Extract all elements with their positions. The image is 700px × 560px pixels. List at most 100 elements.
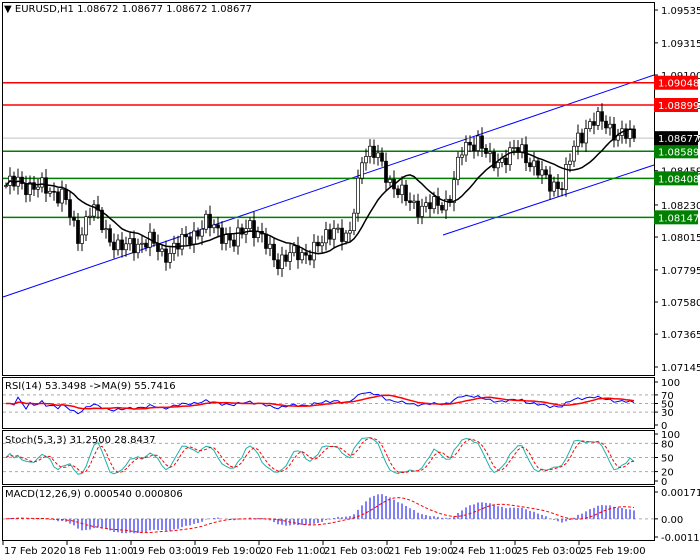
candle-body	[172, 242, 176, 254]
candle-body	[424, 202, 428, 207]
candle-body	[188, 236, 192, 245]
candle-body	[196, 230, 200, 237]
dropdown-arrow-icon[interactable]: ▼	[4, 4, 12, 15]
mt4-chart-window: 1.095351.093151.091001.088991.086771.084…	[0, 0, 700, 560]
candle-body	[400, 184, 404, 195]
indicator-tick-label: 50	[661, 454, 674, 465]
candle-body	[548, 174, 552, 192]
symbol-label: EURUSD,H1	[14, 4, 74, 15]
candle-body	[356, 177, 360, 214]
candle-body	[528, 162, 532, 168]
candle-body	[340, 227, 344, 242]
candle-body	[184, 234, 188, 238]
candle-body	[128, 238, 132, 245]
candle-body	[112, 241, 116, 251]
candle-body	[544, 169, 548, 176]
candle-body	[480, 135, 484, 149]
candle-body	[164, 248, 168, 263]
time-axis-label: 21 Feb 03:00	[324, 546, 390, 557]
candle-body	[388, 179, 392, 183]
candle-body	[60, 188, 64, 204]
candle-body	[232, 239, 236, 247]
level-price-label: 1.08408	[658, 174, 699, 185]
candle-body	[472, 144, 476, 151]
candle-body	[248, 220, 252, 229]
candle-body	[348, 230, 352, 234]
candle-body	[432, 196, 436, 210]
candle-body	[532, 160, 536, 168]
time-axis-label: 20 Feb 11:00	[260, 546, 326, 557]
price-tick-label: 1.08230	[661, 201, 700, 212]
candle-body	[144, 242, 148, 248]
price-tick-label: 1.08015	[661, 233, 700, 244]
candle-body	[488, 151, 492, 154]
candle-body	[596, 111, 600, 126]
candle-body	[156, 242, 160, 252]
candle-body	[452, 179, 456, 203]
candle-body	[344, 232, 348, 242]
candle-body	[396, 188, 400, 195]
time-axis-label: 25 Feb 03:00	[516, 546, 582, 557]
candle-body	[52, 190, 56, 193]
candle-body	[412, 200, 416, 203]
time-axis-label: 24 Feb 11:00	[452, 546, 518, 557]
candle-body	[132, 238, 136, 254]
candle-body	[12, 175, 16, 187]
macd-label: MACD(12,26,9) 0.000540 0.000806	[5, 489, 183, 500]
candle-body	[380, 152, 384, 162]
candle-body	[124, 243, 128, 251]
candle-body	[336, 227, 340, 230]
price-tick-label: 1.07795	[661, 266, 700, 277]
price-tick-label: 1.07145	[661, 363, 700, 374]
candle-body	[608, 123, 612, 129]
indicator-tick-label: 0	[661, 477, 667, 488]
candle-body	[236, 227, 240, 247]
candle-body	[192, 230, 196, 245]
candle-body	[456, 156, 460, 180]
candle-body	[76, 219, 80, 244]
candle-body	[632, 128, 636, 139]
macd-signal-line	[5, 497, 635, 534]
level-price-label: 1.08147	[658, 213, 699, 224]
candle-body	[216, 224, 220, 229]
candle-body	[540, 169, 544, 176]
candle-body	[252, 220, 256, 239]
candle-body	[604, 120, 608, 129]
candle-body	[332, 228, 336, 240]
candle-body	[304, 252, 308, 256]
candle-body	[592, 121, 596, 126]
chart-canvas[interactable]: 1.095351.093151.091001.088991.086771.084…	[0, 0, 700, 560]
indicator-tick-label: 0.001718	[661, 488, 700, 499]
chart-header: ▼ EURUSD,H1 1.08672 1.08677 1.08672 1.08…	[4, 4, 252, 15]
time-axis-label: 18 Feb 11:00	[68, 546, 134, 557]
candle-body	[460, 154, 464, 158]
candle-body	[512, 147, 516, 149]
candle-body	[560, 188, 564, 190]
candle-body	[228, 234, 232, 241]
candle-body	[104, 228, 108, 231]
candle-body	[208, 213, 212, 229]
candle-body	[416, 200, 420, 217]
candle-body	[288, 252, 292, 262]
candle-body	[168, 253, 172, 263]
stoch-label: Stoch(5,3,3) 31.2500 28.8437	[5, 435, 156, 446]
candle-body	[68, 199, 72, 218]
candle-body	[116, 239, 120, 251]
candle-body	[224, 234, 228, 244]
candle-body	[140, 242, 144, 245]
time-axis-label: 25 Feb 19:00	[580, 546, 646, 557]
candle-body	[108, 228, 112, 243]
candle-body	[136, 243, 140, 254]
candle-body	[204, 213, 208, 230]
level-price-label: 1.08589	[658, 147, 699, 158]
candle-body	[300, 252, 304, 261]
candle-body	[84, 216, 88, 236]
candle-body	[576, 132, 580, 147]
candle-body	[324, 229, 328, 244]
candle-body	[384, 160, 388, 183]
candle-body	[568, 160, 572, 165]
candle-body	[552, 181, 556, 192]
indicator-tick-label: 30	[661, 408, 674, 419]
candle-body	[572, 145, 576, 162]
candle-body	[372, 145, 376, 158]
